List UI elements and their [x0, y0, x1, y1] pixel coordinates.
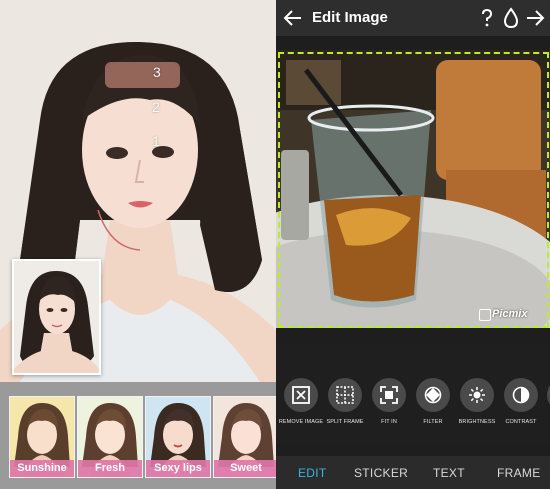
filter-preset-sweet[interactable]: Sweet: [213, 396, 276, 478]
filter-preset-strip: Sunshine Fresh Sexy lips Sweet: [0, 382, 276, 489]
tab-sticker[interactable]: STICKER: [354, 466, 408, 480]
tab-text[interactable]: TEXT: [433, 466, 465, 480]
filter-icon: [416, 378, 450, 412]
forward-arrow-icon[interactable]: [524, 6, 548, 30]
brightness-button[interactable]: BRIGHTNESS: [454, 378, 500, 425]
filter-button[interactable]: FILTER: [410, 378, 456, 425]
beauty-preview-panel: 3 2 1 Sunshine Fresh Sexy lips Sweet: [0, 0, 276, 489]
tool-label: REMOVE IMAGE: [278, 419, 324, 425]
filter-preset-fresh[interactable]: Fresh: [77, 396, 143, 478]
edit-canvas-photo[interactable]: [276, 50, 550, 328]
watermark-text: Picmix: [492, 308, 528, 320]
filter-label: Sweet: [214, 460, 276, 477]
filter-preset-sexy-lips[interactable]: Sexy lips: [145, 396, 211, 478]
edit-toolbar: REMOVE IMAGE SPLIT FRAME FIT IN FILTER B…: [276, 344, 550, 444]
tool-label: SPLIT FRAME: [326, 419, 364, 425]
picmix-logo-icon: [479, 309, 491, 321]
back-arrow-icon[interactable]: [281, 6, 305, 30]
step-marker-1: 1: [152, 133, 160, 149]
filter-label: Fresh: [78, 460, 142, 477]
tab-edit[interactable]: EDIT: [298, 466, 327, 480]
step-marker-2: 2: [152, 99, 160, 115]
bottom-tab-bar: EDIT STICKER TEXT FRAME: [276, 456, 550, 489]
water-drop-icon[interactable]: [499, 6, 523, 30]
help-icon[interactable]: [475, 6, 499, 30]
fit-in-icon: [372, 378, 406, 412]
tool-label: BRIGHTNESS: [458, 419, 496, 425]
filter-label: Sexy lips: [146, 460, 210, 477]
more-tool-button[interactable]: [541, 378, 550, 419]
tool-label: FILTER: [423, 419, 443, 425]
step-marker-3: 3: [153, 64, 161, 80]
filter-label: Sunshine: [10, 460, 74, 477]
contrast-button[interactable]: CONTRAST: [498, 378, 544, 425]
tool-label: CONTRAST: [505, 419, 537, 425]
top-app-bar: Edit Image: [276, 0, 550, 36]
picmix-editor-panel: Edit Image Picmix REMOVE IMAGE SPLIT FRA…: [276, 0, 550, 489]
original-photo-thumbnail[interactable]: [12, 259, 101, 375]
contrast-icon: [504, 378, 538, 412]
filter-preset-sunshine[interactable]: Sunshine: [9, 396, 75, 478]
brightness-icon: [460, 378, 494, 412]
split-frame-button[interactable]: SPLIT FRAME: [322, 378, 368, 425]
remove-image-button[interactable]: REMOVE IMAGE: [278, 378, 324, 425]
split-frame-icon: [328, 378, 362, 412]
page-title: Edit Image: [312, 9, 388, 26]
close-box-icon: [284, 378, 318, 412]
tab-frame[interactable]: FRAME: [497, 466, 541, 480]
tool-label: FIT IN: [381, 419, 397, 425]
fit-in-button[interactable]: FIT IN: [366, 378, 412, 425]
